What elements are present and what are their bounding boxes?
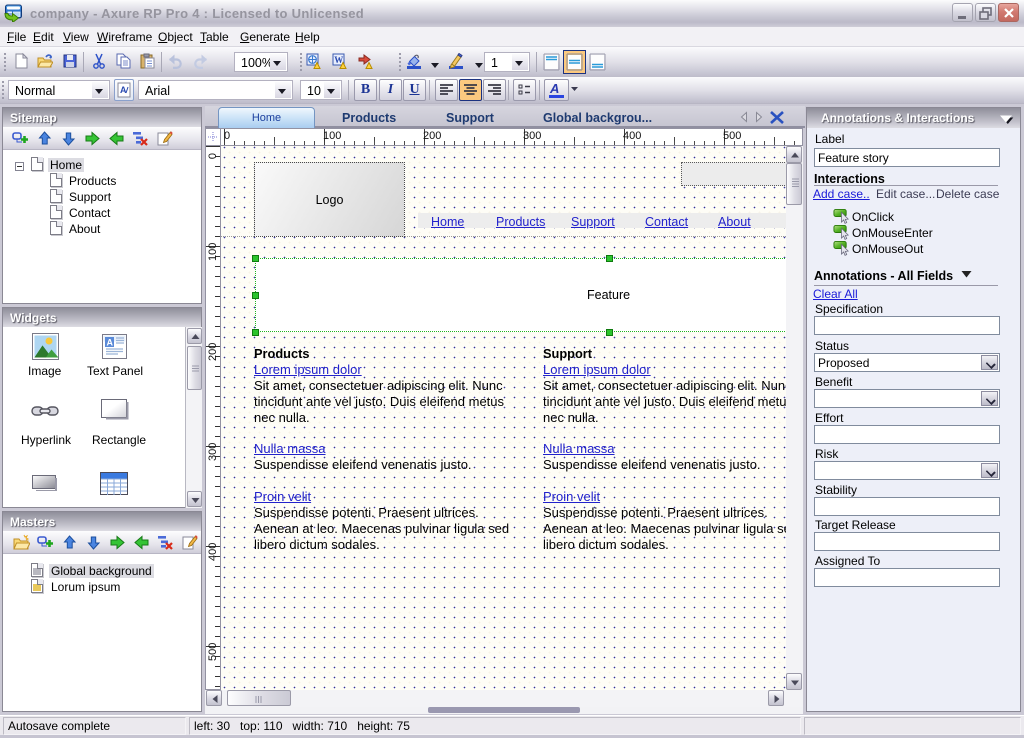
svg-text:W: W: [334, 55, 343, 65]
svg-text:A: A: [107, 338, 114, 348]
svg-text:A: A: [120, 85, 127, 95]
svg-text:A: A: [549, 81, 559, 96]
